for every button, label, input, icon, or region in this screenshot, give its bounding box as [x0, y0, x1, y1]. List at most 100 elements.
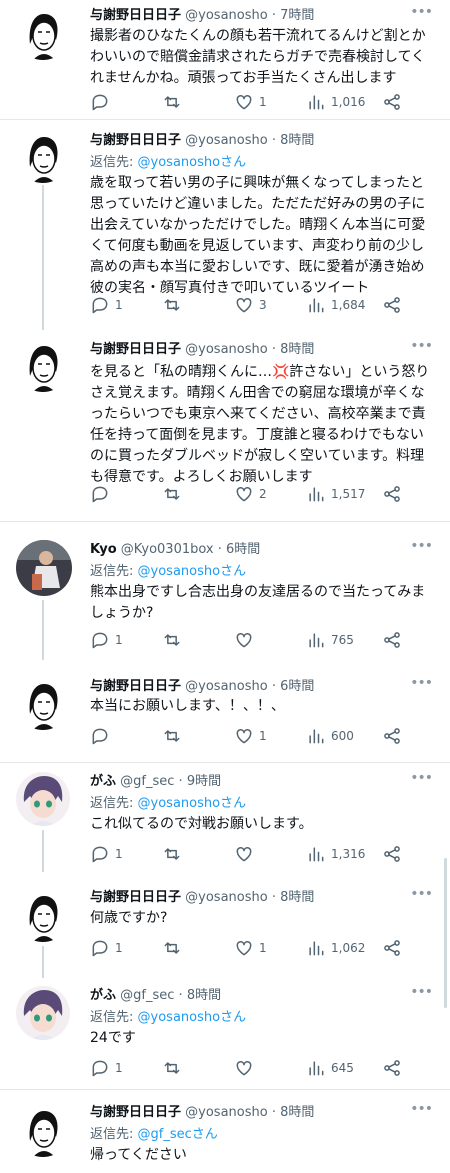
- retweet-button[interactable]: [162, 1056, 187, 1080]
- like-button[interactable]: 1: [234, 90, 267, 114]
- reply-button[interactable]: 1: [90, 293, 123, 317]
- user-handle[interactable]: @Kyo0301box: [121, 542, 214, 557]
- views-button[interactable]: 765: [306, 628, 354, 652]
- timestamp[interactable]: 6時間: [280, 679, 314, 694]
- avatar[interactable]: [16, 338, 70, 392]
- user-handle[interactable]: @yosanosho: [185, 1105, 268, 1120]
- like-button[interactable]: 1: [234, 724, 267, 748]
- display-name[interactable]: 与謝野日日日子: [90, 342, 181, 357]
- reply-to-handle[interactable]: @yosanoshoさん: [138, 1010, 247, 1025]
- avatar[interactable]: [16, 888, 70, 942]
- tweet[interactable]: Kyo @Kyo0301box · 6時間 ••• 返信先: @yosanosh…: [0, 530, 450, 660]
- reply-button[interactable]: 1: [90, 628, 123, 652]
- more-icon[interactable]: •••: [410, 1101, 433, 1117]
- more-icon[interactable]: •••: [410, 984, 433, 1000]
- avatar[interactable]: [16, 986, 70, 1040]
- tweet-header: 与謝野日日日子 @yosanosho · 8時間: [90, 1105, 315, 1120]
- user-handle[interactable]: @yosanosho: [185, 679, 268, 694]
- avatar[interactable]: [16, 1103, 70, 1157]
- like-button[interactable]: 3: [234, 293, 267, 317]
- views-button[interactable]: 1,316: [306, 842, 365, 866]
- retweet-button[interactable]: [162, 724, 187, 748]
- user-handle[interactable]: @yosanosho: [185, 133, 268, 148]
- scrollbar[interactable]: [444, 858, 447, 1008]
- retweet-button[interactable]: [162, 628, 187, 652]
- display-name[interactable]: 与謝野日日日子: [90, 1105, 181, 1120]
- share-button[interactable]: [382, 293, 402, 317]
- tweet[interactable]: 与謝野日日日子 @yosanosho · 8時間 ••• 返信先: @gf_se…: [0, 1091, 450, 1173]
- views-button[interactable]: 645: [306, 1056, 354, 1080]
- timestamp[interactable]: 8時間: [280, 1105, 314, 1120]
- share-button[interactable]: [382, 90, 402, 114]
- avatar[interactable]: [16, 129, 70, 183]
- reply-to-handle[interactable]: @yosanoshoさん: [138, 564, 247, 579]
- timestamp[interactable]: 8時間: [280, 890, 314, 905]
- user-handle[interactable]: @gf_sec: [120, 774, 174, 789]
- tweet[interactable]: 与謝野日日日子 @yosanosho · 8時間 ••• 何歳ですか? 1 1 …: [0, 872, 450, 978]
- tweet[interactable]: 与謝野日日日子 @yosanosho · 6時間 ••• 本当にお願いします、！…: [0, 660, 450, 763]
- like-button[interactable]: 1: [234, 936, 267, 960]
- tweet[interactable]: 与謝野日日日子 @yosanosho · 8時間 返信先: @yosanosho…: [0, 121, 450, 330]
- timestamp[interactable]: 6時間: [226, 542, 260, 557]
- display-name[interactable]: 与謝野日日日子: [90, 8, 181, 23]
- like-button[interactable]: [234, 1056, 259, 1080]
- more-icon[interactable]: •••: [410, 675, 433, 691]
- display-name[interactable]: がふ: [90, 988, 116, 1003]
- reply-to-handle[interactable]: @yosanoshoさん: [138, 796, 247, 811]
- share-button[interactable]: [382, 842, 402, 866]
- tweet[interactable]: 与謝野日日日子 @yosanosho · 7時間 ••• 撮影者のひなたくんの顔…: [0, 0, 450, 120]
- user-handle[interactable]: @gf_sec: [120, 988, 174, 1003]
- avatar[interactable]: [16, 772, 70, 826]
- reply-button[interactable]: 1: [90, 1056, 123, 1080]
- retweet-button[interactable]: [162, 842, 187, 866]
- reply-button[interactable]: 1: [90, 842, 123, 866]
- reply-to-handle[interactable]: @yosanoshoさん: [138, 155, 247, 170]
- timestamp[interactable]: 9時間: [187, 774, 221, 789]
- display-name[interactable]: 与謝野日日日子: [90, 890, 181, 905]
- views-button[interactable]: 1,517: [306, 482, 365, 506]
- like-button[interactable]: [234, 628, 259, 652]
- tweet[interactable]: がふ @gf_sec · 9時間 ••• 返信先: @yosanoshoさん こ…: [0, 764, 450, 872]
- timestamp[interactable]: 8時間: [280, 342, 314, 357]
- retweet-button[interactable]: [162, 90, 187, 114]
- display-name[interactable]: 与謝野日日日子: [90, 133, 181, 148]
- more-icon[interactable]: •••: [410, 338, 433, 354]
- display-name[interactable]: がふ: [90, 774, 116, 789]
- reply-button[interactable]: 1: [90, 936, 123, 960]
- more-icon[interactable]: •••: [410, 4, 433, 20]
- share-button[interactable]: [382, 482, 402, 506]
- more-icon[interactable]: •••: [410, 770, 433, 786]
- tweet[interactable]: 与謝野日日日子 @yosanosho · 8時間 ••• を見ると「私の晴翔くん…: [0, 330, 450, 522]
- avatar[interactable]: [16, 676, 70, 730]
- timestamp[interactable]: 8時間: [280, 133, 314, 148]
- user-handle[interactable]: @yosanosho: [185, 8, 268, 23]
- share-button[interactable]: [382, 628, 402, 652]
- more-icon[interactable]: •••: [410, 538, 433, 554]
- display-name[interactable]: 与謝野日日日子: [90, 679, 181, 694]
- views-button[interactable]: 1,062: [306, 936, 365, 960]
- reply-button[interactable]: [90, 90, 115, 114]
- more-icon[interactable]: •••: [410, 886, 433, 902]
- tweet[interactable]: がふ @gf_sec · 8時間 ••• 返信先: @yosanoshoさん 2…: [0, 978, 450, 1090]
- share-button[interactable]: [382, 724, 402, 748]
- like-button[interactable]: [234, 842, 259, 866]
- retweet-button[interactable]: [162, 293, 187, 317]
- retweet-button[interactable]: [162, 936, 187, 960]
- timestamp[interactable]: 7時間: [280, 8, 314, 23]
- views-button[interactable]: 600: [306, 724, 354, 748]
- display-name[interactable]: Kyo: [90, 542, 117, 557]
- user-handle[interactable]: @yosanosho: [185, 342, 268, 357]
- views-button[interactable]: 1,016: [306, 90, 365, 114]
- user-handle[interactable]: @yosanosho: [185, 890, 268, 905]
- avatar[interactable]: [16, 540, 72, 596]
- share-button[interactable]: [382, 1056, 402, 1080]
- reply-to-handle[interactable]: @gf_secさん: [138, 1127, 218, 1142]
- reply-button[interactable]: [90, 724, 115, 748]
- share-button[interactable]: [382, 936, 402, 960]
- retweet-button[interactable]: [162, 482, 187, 506]
- views-button[interactable]: 1,684: [306, 293, 365, 317]
- timestamp[interactable]: 8時間: [187, 988, 221, 1003]
- avatar[interactable]: [16, 6, 70, 60]
- like-button[interactable]: 2: [234, 482, 267, 506]
- reply-button[interactable]: [90, 482, 115, 506]
